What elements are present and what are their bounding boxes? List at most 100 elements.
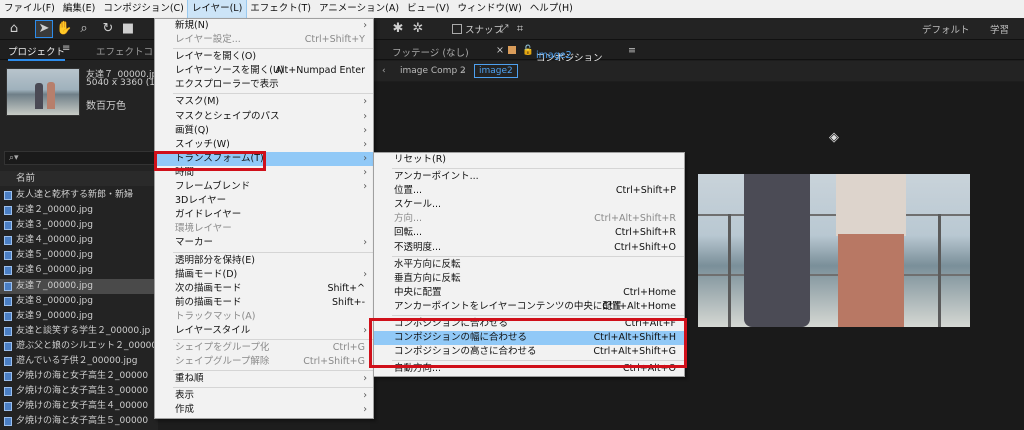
- layer-menu-item[interactable]: 3Dレイヤー: [155, 194, 373, 208]
- lock-icon[interactable]: 🔓: [522, 45, 534, 56]
- snap-grid-icon[interactable]: ⌗: [512, 21, 528, 37]
- layer-menu-item[interactable]: 表示 ›: [155, 389, 373, 403]
- transform-menu-item[interactable]: リセット(R): [374, 153, 684, 167]
- layer-menu-item[interactable]: 前の描画モード Shift+-: [155, 296, 373, 310]
- layer-menu-item[interactable]: マスクとシェイプのパス ›: [155, 110, 373, 124]
- transform-menu-item[interactable]: 水平方向に反転: [374, 258, 684, 272]
- workspace-default[interactable]: デフォルト: [922, 22, 970, 36]
- list-item[interactable]: 友達８_00000.jpg: [0, 294, 158, 309]
- menubar-item[interactable]: エフェクト(T): [246, 0, 315, 18]
- layer-menu-item[interactable]: ガイドレイヤー: [155, 208, 373, 222]
- list-item[interactable]: 友人達と乾杯する新郎・新婦: [0, 188, 158, 203]
- chevron-left-icon[interactable]: ‹: [462, 66, 466, 76]
- zoom-icon[interactable]: ⌕: [76, 21, 92, 37]
- layer-menu-item[interactable]: トランスフォーム(T) ›: [155, 151, 373, 166]
- list-item[interactable]: 友達４_00000.jpg: [0, 233, 158, 248]
- list-item[interactable]: 友達５_00000.jpg: [0, 248, 158, 263]
- layer-menu-item[interactable]: 時間 ›: [155, 166, 373, 180]
- transform-menu-item[interactable]: アンカーポイントをレイヤーコンテンツの中央に配置 Ctrl+Alt+Home: [374, 300, 684, 314]
- menubar-item[interactable]: コンポジション(C): [99, 0, 188, 18]
- transform-menu-item[interactable]: 回転... Ctrl+Shift+R: [374, 226, 684, 240]
- transform-menu-item[interactable]: コンポジションの高さに合わせる Ctrl+Alt+Shift+G: [374, 345, 684, 359]
- snap-checkbox[interactable]: [452, 24, 462, 34]
- list-item[interactable]: 夕焼けの海と女子高生３_00000: [0, 384, 158, 399]
- list-item[interactable]: 友達６_00000.jpg: [0, 263, 158, 278]
- layer-menu-item[interactable]: 次の描画モード Shift+^: [155, 282, 373, 296]
- tab-effects[interactable]: エフェクトコ: [96, 44, 153, 58]
- transform-menu-item[interactable]: スケール...: [374, 198, 684, 212]
- home-icon[interactable]: ⌂: [6, 21, 22, 37]
- hand-icon[interactable]: ✋: [56, 21, 72, 37]
- list-item[interactable]: 夕焼けの海と女子高生４_00000: [0, 399, 158, 414]
- list-item[interactable]: 夕焼けの海と女子高生５_00000: [0, 414, 158, 429]
- layer-menu-item[interactable]: 重ね順 ›: [155, 372, 373, 386]
- file-label: 夕焼けの海と女子高生５_00000: [16, 416, 149, 427]
- shortcut-label: Ctrl+Alt+Shift+H: [593, 332, 676, 344]
- list-item[interactable]: 友達９_00000.jpg: [0, 309, 158, 324]
- layer-menu-item[interactable]: エクスプローラーで表示: [155, 78, 373, 92]
- menubar-item[interactable]: ビュー(V): [403, 0, 453, 18]
- menubar-item[interactable]: ファイル(F): [0, 0, 59, 18]
- composition-image[interactable]: [698, 174, 970, 327]
- layer-menu-item[interactable]: マスク(M) ›: [155, 95, 373, 109]
- snap-edges-icon[interactable]: ⤢: [496, 21, 512, 37]
- camera-icon[interactable]: ■: [120, 21, 136, 37]
- menu-separator: [173, 339, 373, 341]
- image-file-icon: [4, 372, 12, 382]
- list-item[interactable]: 遊ぶ父と娘のシルエット２_00000: [0, 339, 158, 354]
- layer-menu-item[interactable]: スイッチ(W) ›: [155, 138, 373, 152]
- puppet-pin-icon[interactable]: ✱: [390, 21, 406, 37]
- workspace-learn[interactable]: 学習: [990, 22, 1009, 36]
- transform-menu-item[interactable]: 自動方向... Ctrl+Alt+O: [374, 362, 684, 376]
- transform-menu-item[interactable]: 垂直方向に反転: [374, 272, 684, 286]
- list-item[interactable]: 友達２_00000.jpg: [0, 203, 158, 218]
- image-file-icon: [4, 402, 12, 412]
- transform-menu-item-label: 自動方向...: [394, 363, 442, 375]
- transform-menu-item[interactable]: コンポジションの幅に合わせる Ctrl+Alt+Shift+H: [374, 331, 684, 346]
- panel-menu-icon[interactable]: ≡: [62, 43, 70, 54]
- chevron-left-icon[interactable]: ‹: [382, 66, 386, 76]
- layer-menu-item[interactable]: 透明部分を保持(E): [155, 254, 373, 268]
- layer-menu-item-label: 新規(N): [175, 20, 209, 31]
- layer-menu-item[interactable]: 作成 ›: [155, 403, 373, 417]
- project-search-input[interactable]: ⌕▾: [4, 151, 156, 165]
- layer-menu-item[interactable]: レイヤーソースを開く(U) Alt+Numpad Enter: [155, 64, 373, 78]
- layer-menu-item[interactable]: 新規(N) ›: [155, 19, 373, 33]
- project-file-list: 友人達と乾杯する新郎・新婦 友達２_00000.jpg 友達３_00000.jpg 友…: [0, 188, 158, 430]
- menubar-item[interactable]: ヘルプ(H): [526, 0, 577, 18]
- layer-menu-item[interactable]: 描画モード(D) ›: [155, 268, 373, 282]
- menu-separator: [173, 251, 373, 253]
- layer-menu-item[interactable]: レイヤースタイル ›: [155, 324, 373, 338]
- menubar-item[interactable]: レイヤー(L): [186, 0, 248, 19]
- menubar-item[interactable]: アニメーション(A): [315, 0, 403, 18]
- layer-menu-item[interactable]: フレームブレンド ›: [155, 180, 373, 194]
- tab-project[interactable]: プロジェクト: [8, 44, 66, 61]
- transform-menu-item[interactable]: コンポジションに合わせる Ctrl+Alt+F: [374, 317, 684, 331]
- menubar-item[interactable]: 編集(E): [59, 0, 99, 18]
- breadcrumb-current[interactable]: image2: [474, 64, 518, 78]
- layer-menu-item-label: レイヤー設定...: [175, 34, 241, 46]
- layer-menu-item[interactable]: 画質(Q) ›: [155, 124, 373, 138]
- transform-menu-item[interactable]: アンカーポイント...: [374, 170, 684, 184]
- puppet-starch-icon[interactable]: ✲: [410, 21, 426, 37]
- layer-menu-item[interactable]: レイヤーを開く(O): [155, 50, 373, 64]
- breadcrumb-prev[interactable]: image Comp 2: [400, 66, 466, 76]
- layer-menu-item-label: 表示: [175, 390, 195, 402]
- list-item[interactable]: 友達と談笑する学生２_00000.jp: [0, 324, 158, 339]
- list-item[interactable]: 夕焼けの海と女子高生２_00000: [0, 369, 158, 384]
- transform-menu-item[interactable]: 不透明度... Ctrl+Shift+O: [374, 241, 684, 255]
- close-icon[interactable]: ×: [496, 45, 504, 56]
- menubar-item[interactable]: ウィンドウ(W): [453, 0, 525, 18]
- column-header-name[interactable]: 名前: [0, 171, 158, 186]
- tab-footage[interactable]: フッテージ (なし): [392, 45, 469, 59]
- transform-menu-item[interactable]: 中央に配置 Ctrl+Home: [374, 286, 684, 300]
- list-item[interactable]: 友達７_00000.jpg: [0, 278, 158, 294]
- selection-arrow-icon[interactable]: ➤: [35, 20, 53, 38]
- layer-menu-item[interactable]: マーカー ›: [155, 236, 373, 250]
- transform-menu-item[interactable]: 位置... Ctrl+Shift+P: [374, 184, 684, 198]
- panel-menu-icon[interactable]: ≡: [628, 45, 636, 56]
- anchor-point-icon[interactable]: ◈: [829, 130, 839, 145]
- rotate-icon[interactable]: ↻: [100, 21, 116, 37]
- list-item[interactable]: 遊んでいる子供２_00000.jpg: [0, 354, 158, 369]
- list-item[interactable]: 友達３_00000.jpg: [0, 218, 158, 233]
